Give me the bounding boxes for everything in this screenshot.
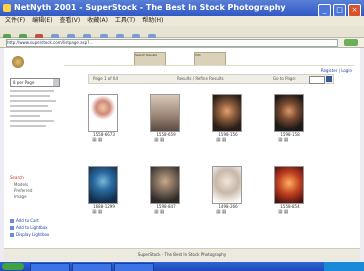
thumb-actions[interactable]: ▦▦ (278, 209, 289, 215)
thumb-id[interactable]: 1598-847 (146, 204, 186, 209)
sidebar: 8 per Page Search Models Preferred Image… (10, 78, 70, 248)
results-area: Page 1 of 64 Results / Refine Results Go… (74, 74, 354, 254)
go-button[interactable] (344, 39, 358, 46)
results-header: Page 1 of 64 Results / Refine Results Go… (88, 74, 334, 84)
window-title: NetNyth 2001 - SuperStock - The Best In … (14, 3, 286, 12)
add-to-lightbox-link[interactable]: Add to Lightbox (10, 225, 48, 230)
thumb-image[interactable] (212, 94, 242, 132)
display-lightbox-link[interactable]: Display Lightbox (10, 232, 49, 237)
web-page: Search Results Info Register | Login 8 p… (4, 48, 360, 261)
menu-view[interactable]: 查看(V) (59, 17, 80, 24)
per-page-select[interactable]: 8 per Page (10, 78, 60, 87)
taskbar (0, 262, 364, 271)
thumb-actions[interactable]: ▦▦ (154, 137, 165, 143)
thumb-actions[interactable]: ▦▦ (92, 137, 103, 143)
top-divider (64, 65, 354, 66)
thumb-image[interactable] (274, 94, 304, 132)
menu-favorites[interactable]: 收藏(A) (87, 17, 108, 24)
site-logo[interactable] (12, 56, 24, 68)
go-page-button[interactable] (326, 76, 332, 82)
system-tray (324, 262, 364, 271)
start-button[interactable] (2, 263, 24, 270)
sidebar-text (10, 90, 60, 130)
thumb-id[interactable]: 1598-158 (270, 132, 310, 137)
register-login-link[interactable]: Register | Login (321, 68, 352, 73)
address-bar: http://www.superstock.com/listpage.asp?.… (0, 38, 364, 48)
thumb-actions[interactable]: ▦▦ (216, 137, 227, 143)
thumb-image[interactable] (274, 166, 304, 204)
display-icon (10, 233, 14, 237)
screen: NetNyth 2001 - SuperStock - The Best In … (0, 0, 364, 271)
taskbar-item[interactable] (114, 263, 154, 271)
thumb-actions[interactable]: ▦▦ (154, 209, 165, 215)
page-select[interactable] (309, 76, 325, 84)
thumb-actions[interactable]: ▦▦ (278, 137, 289, 143)
browser-icon (3, 4, 11, 12)
toolbar (0, 26, 364, 41)
thumb-image[interactable] (150, 94, 180, 132)
results-label[interactable]: Results / Refine Results (177, 75, 224, 83)
thumb-image[interactable] (212, 166, 242, 204)
menu-bar: 文件(F) 编辑(E) 查看(V) 收藏(A) 工具(T) 帮助(H) (0, 16, 364, 26)
page-footer: SuperStock - The Best In Stock Photograp… (4, 248, 360, 261)
page-label: Page 1 of 64 (93, 76, 118, 81)
menu-help[interactable]: 帮助(H) (142, 17, 163, 24)
go-to-page-label: Go to Page: (273, 76, 297, 81)
taskbar-item[interactable] (72, 263, 112, 271)
sidebar-models[interactable]: Models (14, 182, 28, 187)
thumb-id[interactable]: 1558-854 (270, 204, 310, 209)
thumb-actions[interactable]: ▦▦ (216, 209, 227, 215)
menu-file[interactable]: 文件(F) (5, 17, 25, 24)
sidebar-search-link[interactable]: Search (10, 175, 24, 180)
cart-icon (10, 219, 14, 223)
thumb-image[interactable] (88, 166, 118, 204)
thumb-id[interactable]: 1598-156 (208, 132, 248, 137)
sidebar-image[interactable]: Image (14, 194, 27, 199)
thumb-image[interactable] (150, 166, 180, 204)
banner-info[interactable]: Info (194, 52, 226, 66)
add-to-cart-link[interactable]: Add to Cart (10, 218, 39, 223)
banner-search[interactable]: Search Results (134, 52, 166, 66)
thumb-id[interactable]: 1688-1299 (84, 204, 124, 209)
title-bar: NetNyth 2001 - SuperStock - The Best In … (0, 0, 364, 17)
thumb-id[interactable]: 1558-659 (146, 132, 186, 137)
address-input[interactable]: http://www.superstock.com/listpage.asp?.… (6, 39, 338, 47)
thumb-id[interactable]: 1558-6673 (84, 132, 124, 137)
thumb-id[interactable]: 1498-266 (208, 204, 248, 209)
thumb-image[interactable] (88, 94, 118, 132)
window-controls: _ □ × (316, 2, 361, 17)
menu-edit[interactable]: 编辑(E) (32, 17, 52, 24)
sidebar-preferred[interactable]: Preferred (14, 188, 32, 193)
taskbar-item[interactable] (30, 263, 70, 271)
thumb-actions[interactable]: ▦▦ (92, 209, 103, 215)
menu-tools[interactable]: 工具(T) (115, 17, 135, 24)
lightbox-icon (10, 226, 14, 230)
